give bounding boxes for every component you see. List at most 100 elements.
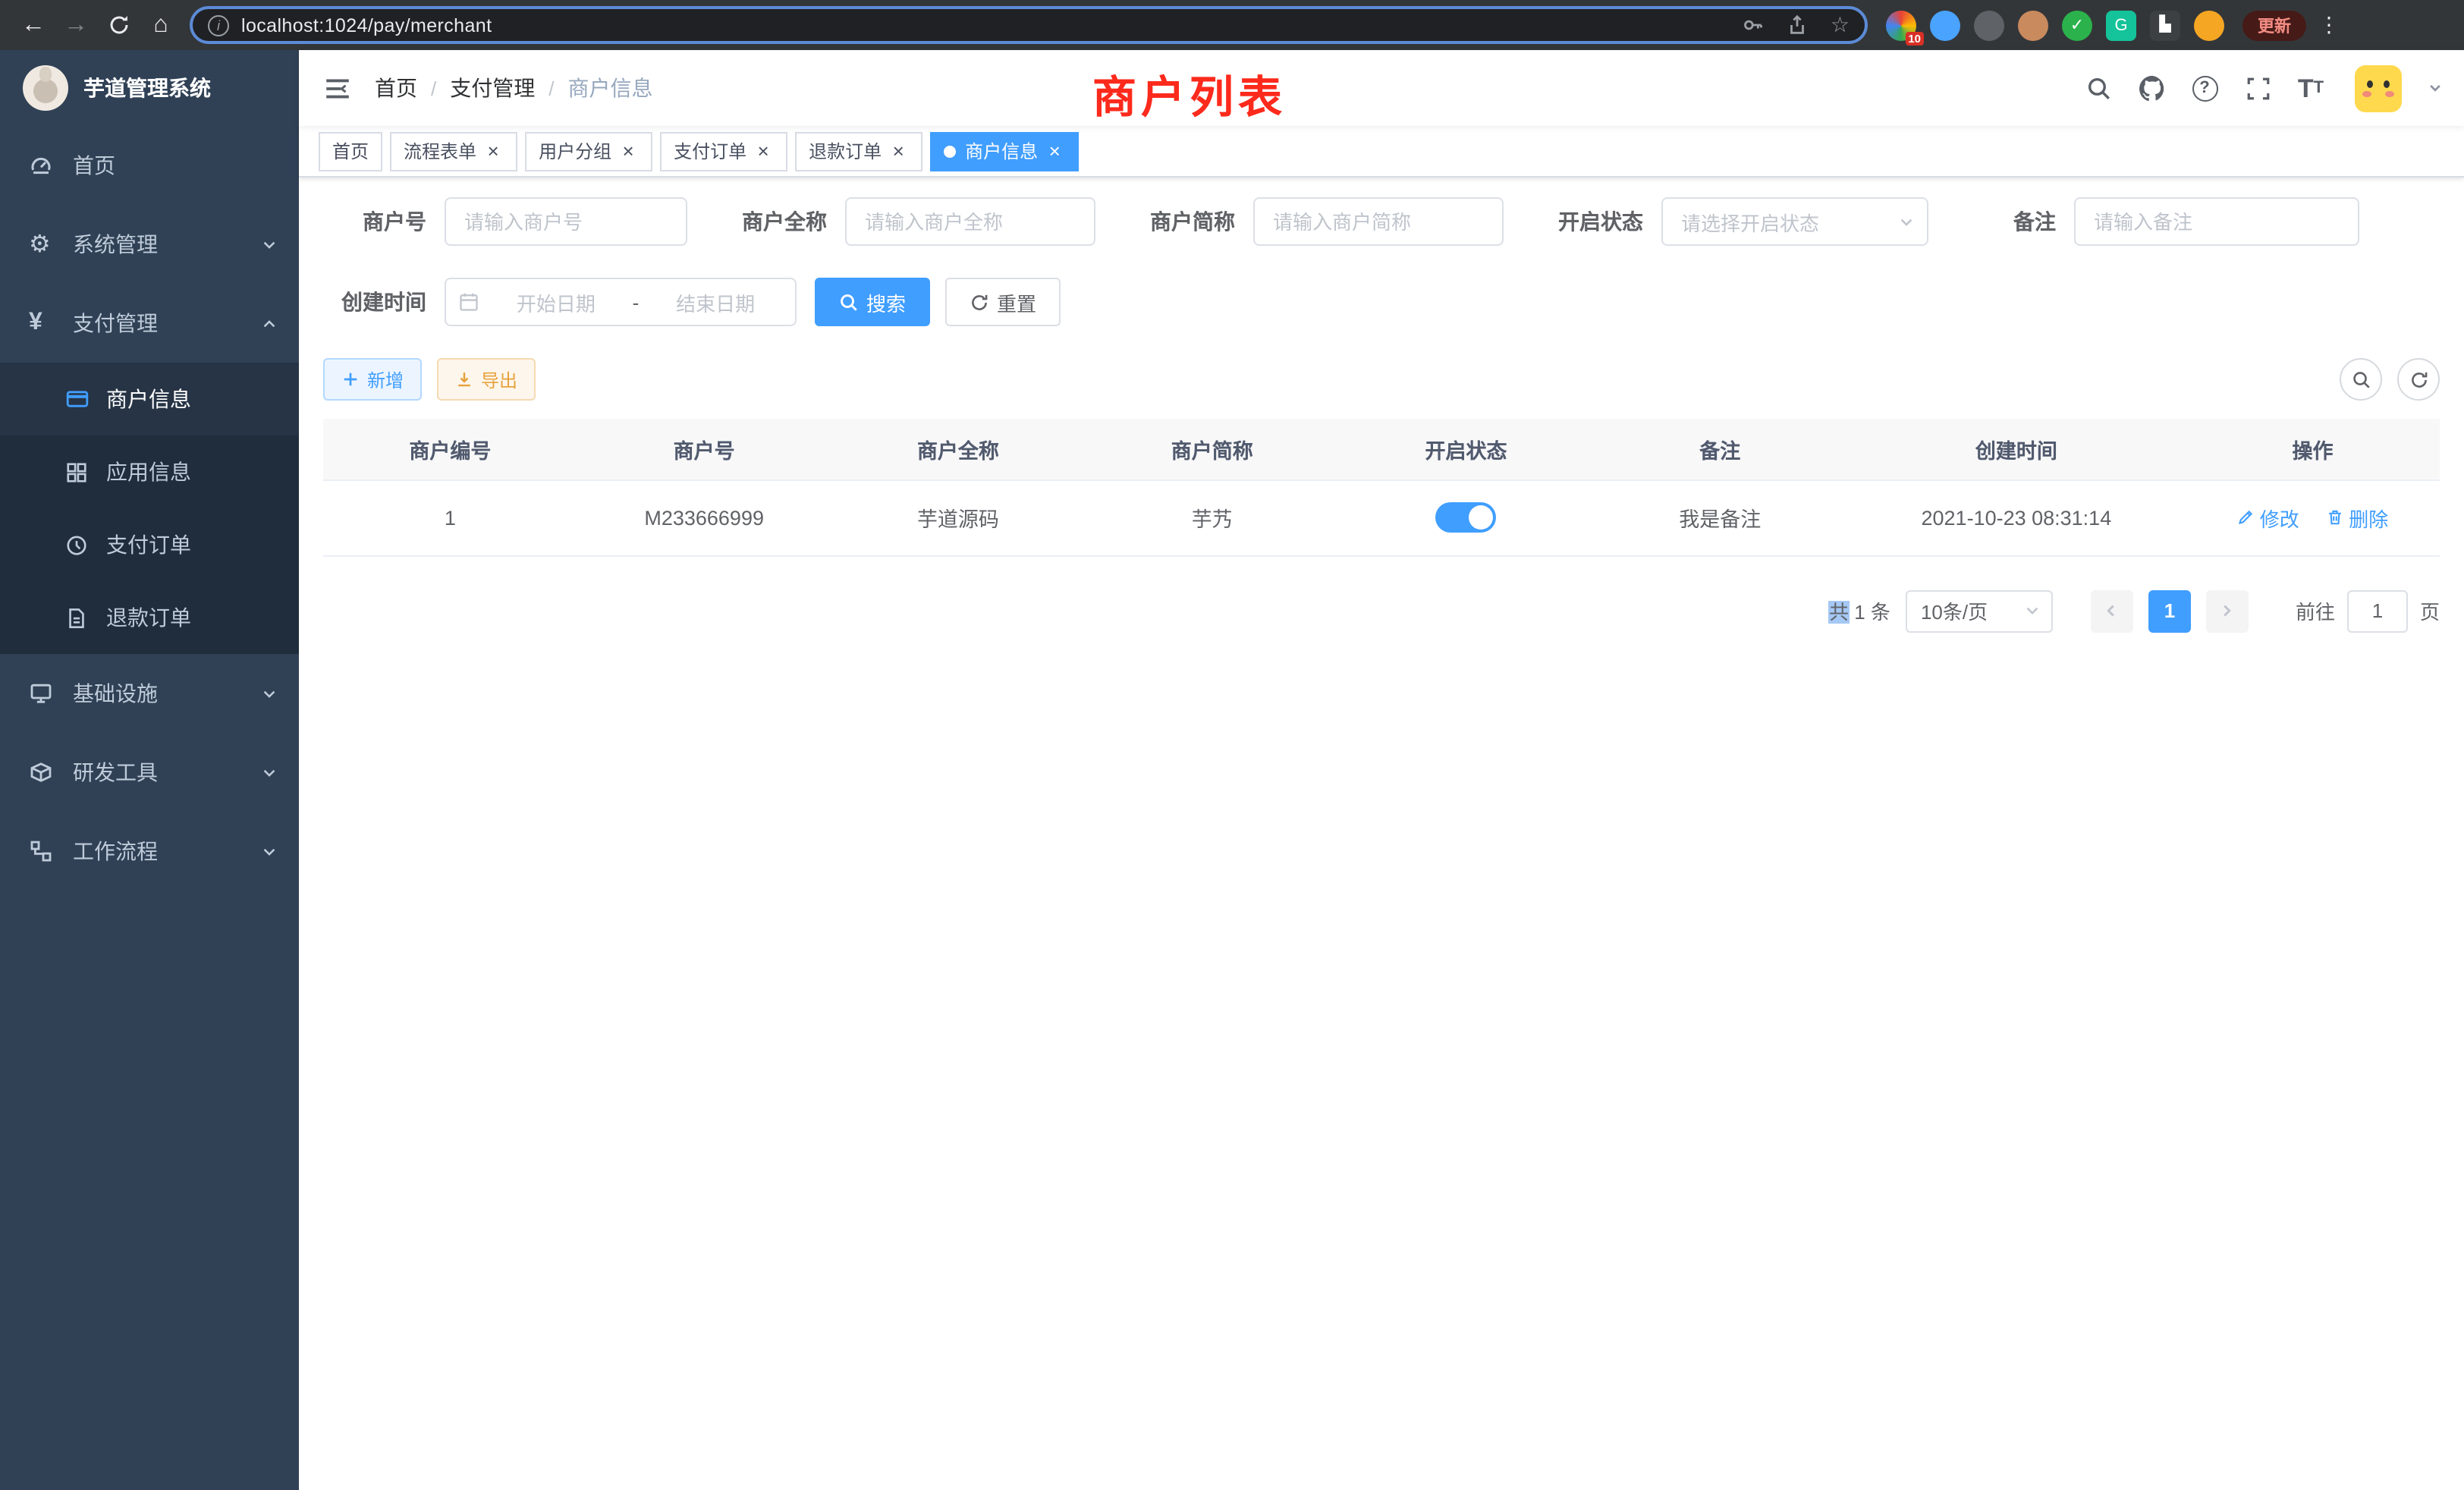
goto-page-input[interactable] bbox=[2347, 589, 2408, 632]
delete-link[interactable]: 删除 bbox=[2326, 503, 2388, 532]
close-icon[interactable]: × bbox=[618, 140, 639, 162]
sidebar-item-payment[interactable]: ¥ 支付管理 bbox=[0, 284, 299, 363]
page-number-1[interactable]: 1 bbox=[2148, 589, 2191, 632]
col-short-name: 商户简称 bbox=[1085, 419, 1339, 479]
extension-icon[interactable] bbox=[1974, 10, 2004, 40]
sidebar-item-workflow[interactable]: 工作流程 bbox=[0, 812, 299, 891]
cell-full-name: 芋道源码 bbox=[831, 479, 1086, 555]
bookmark-star-icon[interactable]: ☆ bbox=[1831, 12, 1850, 38]
tab-home[interactable]: 首页 bbox=[319, 131, 382, 171]
extension-icon[interactable]: ✓ bbox=[2062, 10, 2092, 40]
search-icon[interactable] bbox=[2083, 73, 2114, 103]
col-merchant-index: 商户编号 bbox=[323, 419, 577, 479]
sidebar-toggle-icon[interactable] bbox=[299, 50, 375, 126]
breadcrumb-separator: / bbox=[431, 77, 436, 99]
browser-back-icon[interactable]: ← bbox=[14, 5, 53, 45]
reset-button[interactable]: 重置 bbox=[945, 278, 1061, 326]
sidebar-item-system[interactable]: ⚙ 系统管理 bbox=[0, 205, 299, 284]
sidebar-item-label: 支付订单 bbox=[106, 530, 191, 560]
show-search-toggle-icon[interactable] bbox=[2340, 358, 2382, 401]
col-remark: 备注 bbox=[1593, 419, 1847, 479]
tab-process-form[interactable]: 流程表单 × bbox=[390, 131, 517, 171]
merchant-no-input[interactable] bbox=[445, 197, 687, 246]
status-toggle[interactable] bbox=[1436, 502, 1497, 533]
tab-label: 流程表单 bbox=[404, 138, 476, 164]
short-name-input[interactable] bbox=[1253, 197, 1504, 246]
breadcrumb-payment[interactable]: 支付管理 bbox=[450, 73, 535, 103]
chevron-up-icon bbox=[261, 315, 278, 332]
browser-extensions: 10 ✓ G ▙ bbox=[1886, 10, 2224, 40]
help-icon[interactable]: ? bbox=[2189, 73, 2220, 103]
app-logo[interactable]: 芋道管理系统 bbox=[0, 50, 299, 126]
document-icon bbox=[65, 606, 90, 629]
tab-merchant-info[interactable]: 商户信息 × bbox=[930, 131, 1079, 171]
sidebar-item-label: 应用信息 bbox=[106, 457, 191, 487]
create-time-range-picker[interactable]: 开始日期 - 结束日期 bbox=[445, 278, 797, 326]
remark-input[interactable] bbox=[2074, 197, 2359, 246]
browser-reload-icon[interactable] bbox=[99, 5, 138, 45]
sidebar-item-home[interactable]: 首页 bbox=[0, 126, 299, 205]
sidebar-item-pay-orders[interactable]: 支付订单 bbox=[0, 508, 299, 581]
sidebar-item-merchant-info[interactable]: 商户信息 bbox=[0, 363, 299, 435]
browser-menu-icon[interactable]: ⋮ bbox=[2315, 12, 2343, 38]
sidebar-item-infrastructure[interactable]: 基础设施 bbox=[0, 654, 299, 733]
browser-update-button[interactable]: 更新 bbox=[2242, 10, 2306, 40]
browser-chrome: ← → ⌂ i localhost:1024/pay/merchant ☆ 10 bbox=[0, 0, 2464, 50]
merchant-table: 商户编号 商户号 商户全称 商户简称 开启状态 备注 创建时间 操作 1 bbox=[323, 419, 2440, 556]
sidebar-item-app-info[interactable]: 应用信息 bbox=[0, 435, 299, 508]
page-content: 商户号 商户全称 商户简称 开启状态 请选择开启状态 bbox=[299, 178, 2464, 1490]
refresh-table-icon[interactable] bbox=[2397, 358, 2440, 401]
close-icon[interactable]: × bbox=[482, 140, 504, 162]
chevron-down-icon bbox=[261, 764, 278, 781]
tab-refund-orders[interactable]: 退款订单 × bbox=[795, 131, 922, 171]
chevron-down-icon bbox=[2024, 602, 2041, 619]
breadcrumb-separator: / bbox=[548, 77, 554, 99]
close-icon[interactable]: × bbox=[1044, 140, 1065, 162]
filter-label-merchant-no: 商户号 bbox=[323, 206, 426, 237]
browser-forward-icon[interactable]: → bbox=[56, 5, 96, 45]
status-select-placeholder: 请选择开启状态 bbox=[1681, 207, 1819, 236]
password-key-icon[interactable] bbox=[1743, 14, 1765, 36]
export-button[interactable]: 导出 bbox=[437, 358, 536, 401]
extensions-puzzle-icon[interactable]: ▙ bbox=[2150, 10, 2180, 40]
page-size-value: 10条/页 bbox=[1921, 596, 1988, 625]
url-text: localhost:1024/pay/merchant bbox=[241, 14, 492, 36]
tab-user-group[interactable]: 用户分组 × bbox=[525, 131, 652, 171]
site-info-icon[interactable]: i bbox=[208, 14, 229, 36]
fullscreen-icon[interactable] bbox=[2242, 73, 2273, 103]
chevron-down-icon[interactable] bbox=[2428, 80, 2443, 96]
page-size-select[interactable]: 10条/页 bbox=[1906, 589, 2053, 632]
sidebar-item-refund-orders[interactable]: 退款订单 bbox=[0, 581, 299, 654]
prev-page-icon[interactable] bbox=[2091, 589, 2133, 632]
font-size-icon[interactable]: TT bbox=[2296, 73, 2326, 103]
trash-icon bbox=[2326, 508, 2344, 527]
browser-home-icon[interactable]: ⌂ bbox=[141, 5, 181, 45]
next-page-icon[interactable] bbox=[2206, 589, 2249, 632]
close-icon[interactable]: × bbox=[753, 140, 774, 162]
breadcrumb-home[interactable]: 首页 bbox=[375, 73, 417, 103]
browser-address-bar[interactable]: i localhost:1024/pay/merchant ☆ bbox=[190, 6, 1868, 44]
status-select[interactable]: 请选择开启状态 bbox=[1661, 197, 1928, 246]
profile-avatar-icon[interactable] bbox=[2194, 10, 2224, 40]
add-button[interactable]: 新增 bbox=[323, 358, 422, 401]
user-avatar[interactable] bbox=[2355, 64, 2402, 112]
tab-label: 商户信息 bbox=[965, 138, 1038, 164]
refresh-icon bbox=[970, 292, 989, 312]
edit-link[interactable]: 修改 bbox=[2237, 503, 2299, 532]
share-icon[interactable] bbox=[1787, 14, 1809, 36]
cell-short-name: 芋艿 bbox=[1085, 479, 1339, 555]
table-header-row: 商户编号 商户号 商户全称 商户简称 开启状态 备注 创建时间 操作 bbox=[323, 419, 2440, 479]
tab-pay-orders[interactable]: 支付订单 × bbox=[660, 131, 787, 171]
full-name-input[interactable] bbox=[845, 197, 1095, 246]
extension-icon[interactable] bbox=[1930, 10, 1960, 40]
extension-icon[interactable]: G bbox=[2106, 10, 2136, 40]
sidebar-item-devtools[interactable]: 研发工具 bbox=[0, 733, 299, 812]
extension-icon[interactable]: 10 bbox=[1886, 10, 1916, 40]
extension-icon[interactable] bbox=[2018, 10, 2048, 40]
breadcrumb: 首页 / 支付管理 / 商户信息 bbox=[375, 73, 653, 103]
github-icon[interactable] bbox=[2136, 73, 2167, 103]
grid-icon bbox=[65, 461, 90, 483]
filter-label-status: 开启状态 bbox=[1540, 206, 1643, 237]
search-button[interactable]: 搜索 bbox=[815, 278, 930, 326]
close-icon[interactable]: × bbox=[888, 140, 909, 162]
